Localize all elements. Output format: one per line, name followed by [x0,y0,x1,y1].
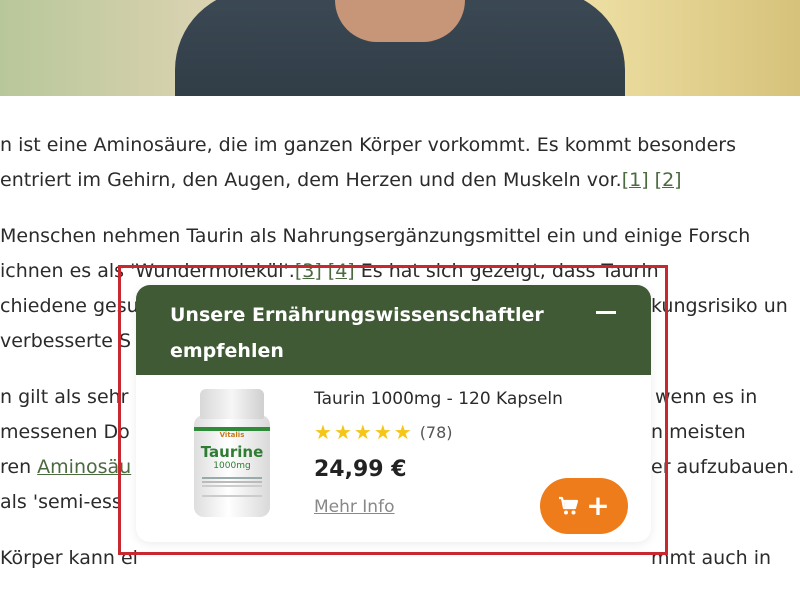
article-text: n gilt als sehr [0,386,129,408]
aminosaeure-link[interactable]: Aminosäu [37,456,131,478]
article-line: ichnen es als 'Wundermolekül'.[3] [4] Es… [0,254,800,289]
article-text: messenen Do [0,421,130,443]
article-text: entriert im Gehirn, den Augen, dem Herze… [0,169,622,191]
bottle-sublabel: 1000mg [213,461,251,471]
bottle-fine-print [202,477,262,479]
product-name[interactable]: Taurin 1000mg - 120 Kapseln [314,389,563,409]
article-text: Körper kann ei [0,547,138,569]
article-text: ichnen es als 'Wundermolekül'. [0,260,295,282]
widget-header: Unsere Ernährungswissenschaftler empfehl… [136,285,651,375]
article-text: Es hat sich gezeigt, dass Taurin [354,260,659,282]
article-text: wenn es in [655,386,758,408]
star-icon: ★ [314,420,332,444]
bottle-label: Taurine [200,443,264,461]
reference-link-4[interactable]: [4] [328,260,355,282]
product-rating: ★ ★ ★ ★ ★ (78) [314,421,453,443]
bottle-brand: Vitalis [219,431,245,439]
star-icon: ★ [353,420,372,444]
review-count: (78) [419,422,453,442]
cart-icon [558,496,580,516]
product-card: Vitalis Taurine 1000mg Taurin 1000mg - 1… [136,375,651,542]
article-text: er aufzubauen. [651,456,795,478]
widget-title: Unsere Ernährungswissenschaftler empfehl… [170,304,544,362]
minus-icon[interactable] [596,311,616,314]
article-line: Menschen nehmen Taurin als Nahrungsergän… [0,225,751,247]
article-text: chiedene gesu [0,295,139,317]
bottle-cap [200,389,264,419]
product-price: 24,99 € [314,457,407,482]
star-icon: ★ [373,420,392,444]
more-info-link[interactable]: Mehr Info [314,497,394,517]
article-text: n meisten [651,421,746,443]
article-line: n ist eine Aminosäure, die im ganzen Kör… [0,134,736,156]
reference-link-3[interactable]: [3] [295,260,322,282]
star-icon: ★ [333,420,352,444]
reference-link-1[interactable]: [1] [622,169,649,191]
plus-icon: + [586,489,610,522]
article-line: entriert im Gehirn, den Augen, dem Herze… [0,163,800,198]
article-paragraph-1: n ist eine Aminosäure, die im ganzen Kör… [0,128,800,198]
hero-image [0,0,800,96]
product-image[interactable]: Vitalis Taurine 1000mg [194,389,270,517]
star-icon: ★ [393,420,412,444]
article-text: ren [0,456,38,478]
article-line: Körper kann ei mmt auch in [0,541,800,576]
article-text: kungsrisiko un [651,295,788,317]
article-paragraph-4: Körper kann ei mmt auch in [0,541,800,576]
recommendation-widget: Unsere Ernährungswissenschaftler empfehl… [136,285,651,542]
reference-link-2[interactable]: [2] [655,169,682,191]
add-to-cart-button[interactable]: + [540,478,628,534]
article-text: mmt auch in [651,547,772,569]
